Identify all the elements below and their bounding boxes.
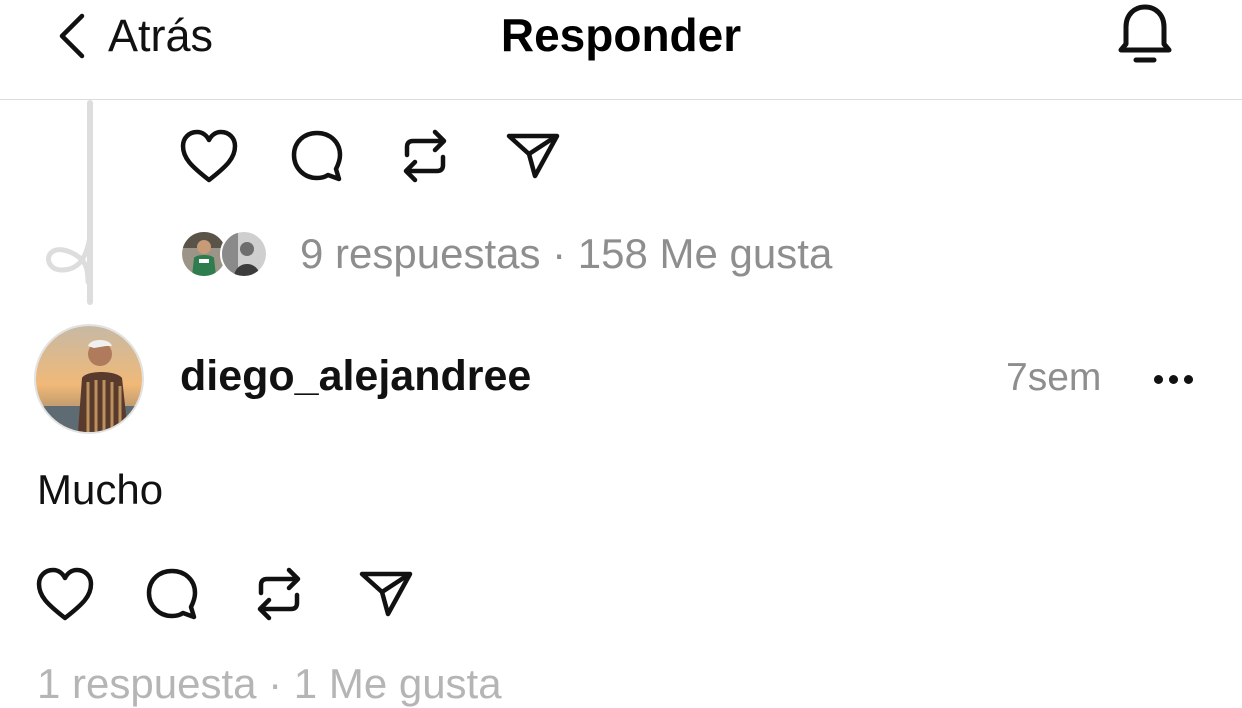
replier-avatar (220, 230, 268, 278)
repost-icon (257, 567, 301, 621)
comment-icon (146, 568, 198, 620)
thread-loop-icon (46, 233, 93, 285)
share-icon (506, 133, 560, 179)
share-button[interactable] (501, 124, 565, 188)
post-timestamp: 7sem (1006, 356, 1102, 399)
repost-button[interactable] (393, 124, 457, 188)
share-icon (359, 571, 413, 617)
share-button[interactable] (354, 562, 418, 626)
repost-icon (403, 129, 447, 183)
like-button[interactable] (33, 562, 97, 626)
comment-button[interactable] (285, 124, 349, 188)
comment-icon (291, 130, 343, 182)
previous-post-actions (177, 124, 609, 188)
post-text: Mucho (37, 466, 164, 513)
more-options-icon[interactable] (1144, 360, 1202, 398)
notifications-bell-icon[interactable] (1112, 0, 1178, 70)
heart-icon (36, 567, 94, 621)
user-avatar[interactable] (36, 326, 142, 432)
page-title: Responder (500, 9, 742, 61)
previous-post-stats-text: 9 respuestas · 158 Me gusta (300, 230, 833, 277)
heart-icon (180, 129, 238, 183)
post-stats-text[interactable]: 1 respuesta · 1 Me gusta (37, 660, 502, 708)
username[interactable]: diego_alejandree (180, 352, 531, 401)
like-button[interactable] (177, 124, 241, 188)
post-actions (33, 562, 461, 626)
previous-post-stats[interactable]: 9 respuestas · 158 Me gusta (180, 224, 832, 284)
repost-button[interactable] (247, 562, 311, 626)
comment-button[interactable] (140, 562, 204, 626)
